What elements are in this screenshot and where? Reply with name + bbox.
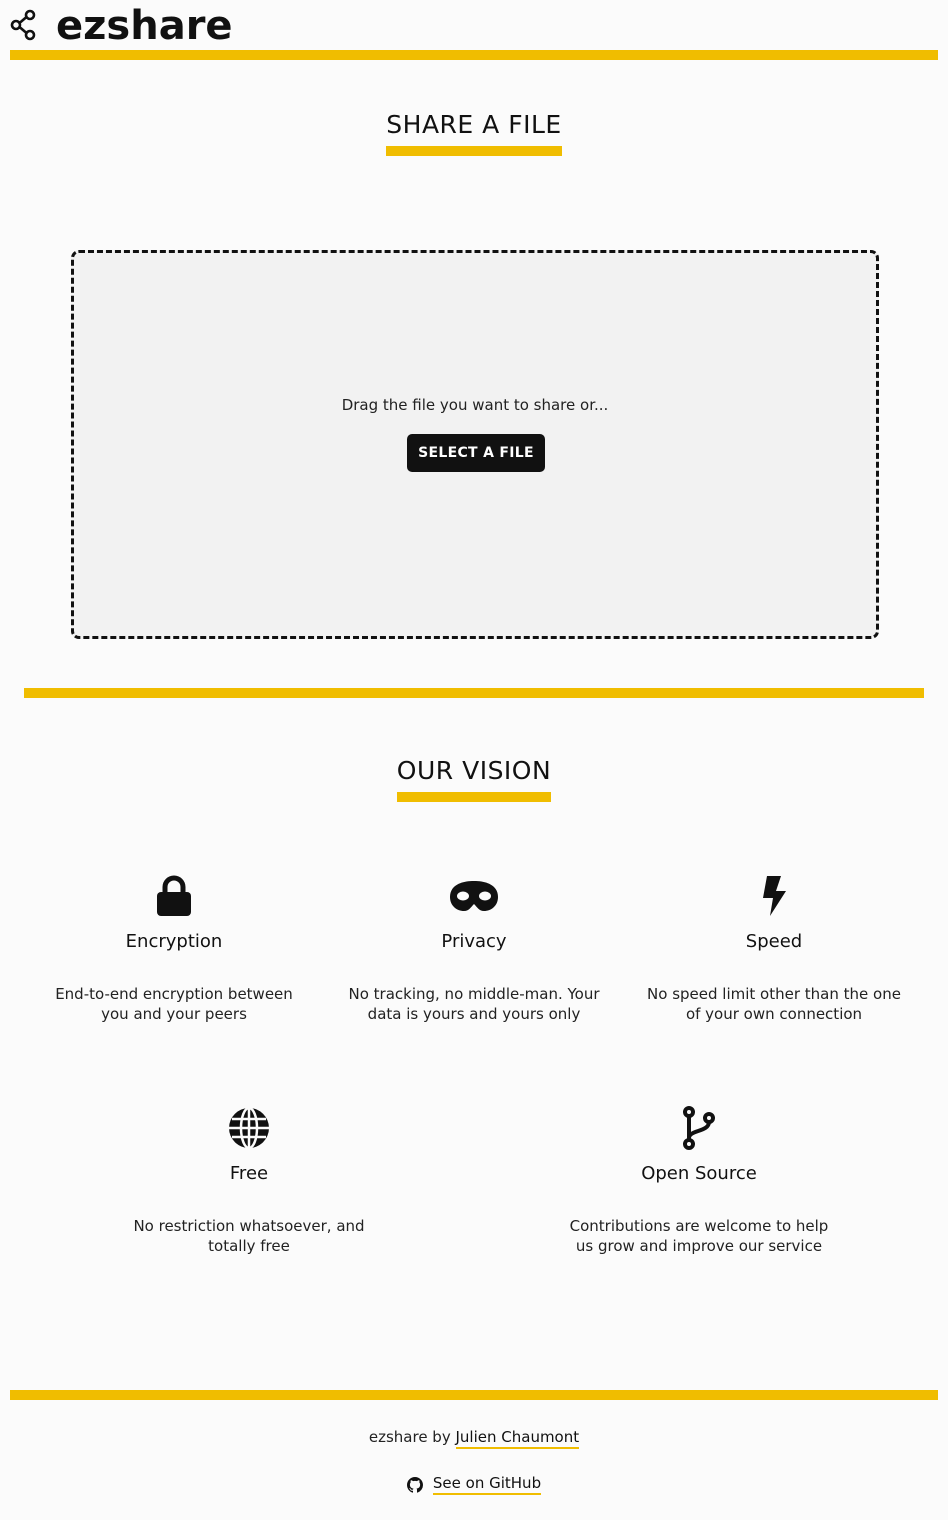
github-icon <box>406 1476 423 1493</box>
feature-open-source: Open Source Contributions are welcome to… <box>569 1106 829 1256</box>
feature-description: No speed limit other than the one of you… <box>647 985 901 1023</box>
vision-title-text: OUR VISION <box>396 756 552 802</box>
feature-title: Free <box>229 1163 269 1184</box>
mask-icon <box>450 881 498 911</box>
globe-icon <box>229 1106 269 1150</box>
file-dropzone[interactable]: Drag the file you want to share or... SE… <box>71 250 879 639</box>
feature-title: Speed <box>745 931 803 952</box>
feature-title: Privacy <box>441 931 507 952</box>
feature-description: No restriction whatsoever, and totally f… <box>133 1217 365 1255</box>
select-file-button[interactable]: SELECT A FILE <box>407 434 545 472</box>
feature-title: Open Source <box>641 1163 757 1184</box>
lock-icon <box>157 875 191 916</box>
author-link[interactable]: Julien Chaumont <box>455 1428 580 1449</box>
feature-encryption: Encryption End-to-end encryption between… <box>44 874 304 1024</box>
share-nodes-icon <box>10 9 36 41</box>
feature-description: End-to-end encryption between you and yo… <box>55 985 293 1023</box>
footer-divider <box>10 1390 938 1400</box>
footer-credit: ezshare by Julien Chaumont <box>0 1428 948 1449</box>
feature-free: Free No restriction whatsoever, and tota… <box>119 1106 379 1256</box>
share-title-text: SHARE A FILE <box>386 110 562 156</box>
share-section-title: SHARE A FILE <box>0 110 948 156</box>
feature-description: Contributions are welcome to help us gro… <box>569 1217 829 1255</box>
vision-section-title: OUR VISION <box>0 756 948 802</box>
header-divider <box>10 50 938 60</box>
app-title[interactable]: ezshare <box>56 2 233 50</box>
bolt-icon <box>763 876 786 916</box>
code-branch-icon <box>683 1106 715 1150</box>
section-divider <box>24 688 924 698</box>
feature-description: No tracking, no middle-man. Your data is… <box>348 985 600 1023</box>
feature-title: Encryption <box>125 931 223 952</box>
github-link[interactable]: See on GitHub <box>432 1474 542 1495</box>
feature-privacy: Privacy No tracking, no middle-man. Your… <box>344 874 604 1024</box>
drop-instruction: Drag the file you want to share or... <box>341 396 609 414</box>
footer-github: See on GitHub <box>0 1474 948 1497</box>
credit-prefix: ezshare by <box>368 1428 451 1446</box>
feature-speed: Speed No speed limit other than the one … <box>644 874 904 1024</box>
